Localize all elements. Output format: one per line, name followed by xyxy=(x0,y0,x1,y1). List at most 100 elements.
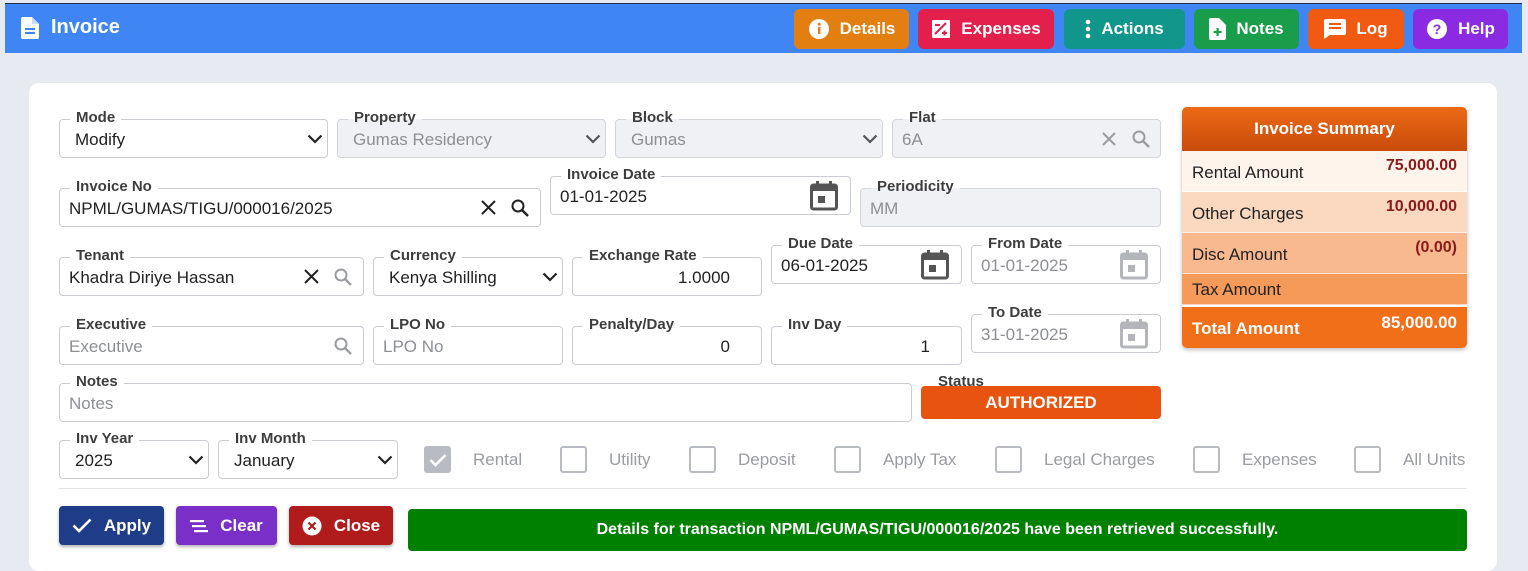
calendar-icon[interactable] xyxy=(810,177,838,214)
tenant-field[interactable]: Tenant Khadra Diriye Hassan xyxy=(59,247,364,296)
utility-checkbox[interactable]: Utility xyxy=(560,446,651,473)
exchange-rate-label: Exchange Rate xyxy=(583,247,703,265)
penalty-day-label: Penalty/Day xyxy=(583,316,681,334)
flat-value: 6A xyxy=(902,130,923,149)
clear-all-icon xyxy=(190,519,209,532)
tenant-value: Khadra Diriye Hassan xyxy=(69,268,235,287)
deposit-checkbox[interactable]: Deposit xyxy=(689,446,796,473)
apply-tax-checkbox[interactable]: Apply Tax xyxy=(834,446,956,473)
mode-select[interactable]: Mode Modify xyxy=(59,109,328,158)
periodicity-field[interactable]: Periodicity MM xyxy=(860,178,1161,227)
details-button[interactable]: Details xyxy=(794,9,909,49)
all-units-checkbox[interactable]: All Units xyxy=(1354,446,1465,473)
block-value: Gumas xyxy=(631,130,686,149)
search-icon[interactable] xyxy=(334,327,352,364)
document-icon xyxy=(21,16,39,39)
periodicity-value: MM xyxy=(870,199,899,218)
checkbox-box xyxy=(1354,446,1381,473)
flat-field[interactable]: Flat 6A xyxy=(892,109,1161,158)
due-date-field[interactable]: Due Date 06-01-2025 xyxy=(771,235,962,284)
from-date-label: From Date xyxy=(982,235,1069,253)
invoice-no-label: Invoice No xyxy=(70,178,158,196)
inv-day-field[interactable]: Inv Day 1 xyxy=(771,316,962,365)
chevron-down-icon xyxy=(862,120,878,157)
clear-icon[interactable] xyxy=(481,189,496,226)
checkbox-box xyxy=(560,446,587,473)
cancel-icon xyxy=(302,516,322,535)
svg-text:?: ? xyxy=(1433,21,1442,37)
search-icon[interactable] xyxy=(1132,120,1150,157)
clear-label: Clear xyxy=(220,515,263,535)
expenses-checkbox-label: Expenses xyxy=(1242,449,1317,469)
log-icon xyxy=(1324,19,1347,39)
clear-icon[interactable] xyxy=(1102,120,1116,157)
penalty-day-value: 0 xyxy=(720,337,730,356)
lpo-no-field[interactable]: LPO No LPO No xyxy=(373,316,563,365)
to-date-field[interactable]: To Date 31-01-2025 xyxy=(971,304,1161,353)
inv-month-label: Inv Month xyxy=(229,430,312,448)
executive-placeholder: Executive xyxy=(69,337,143,356)
calendar-icon[interactable] xyxy=(921,246,949,283)
checkbox-box xyxy=(834,446,861,473)
clear-button[interactable]: Clear xyxy=(176,506,277,545)
expenses-checkbox[interactable]: Expenses xyxy=(1193,446,1317,473)
expenses-button[interactable]: Expenses xyxy=(918,9,1054,49)
flat-label: Flat xyxy=(903,109,942,127)
check-icon xyxy=(72,518,92,533)
notes-label: Notes xyxy=(70,373,124,391)
property-select[interactable]: Property Gumas Residency xyxy=(337,109,606,158)
from-date-field[interactable]: From Date 01-01-2025 xyxy=(971,235,1161,284)
summary-value: 75,000.00 xyxy=(1385,157,1457,174)
invoice-date-value: 01-01-2025 xyxy=(560,187,647,206)
summary-row-tax: Tax Amount xyxy=(1182,274,1467,305)
close-button[interactable]: Close xyxy=(289,506,393,545)
actions-button[interactable]: Actions xyxy=(1064,9,1185,49)
summary-value: (0.00) xyxy=(1415,239,1457,256)
calendar-icon[interactable] xyxy=(1120,246,1148,283)
currency-select[interactable]: Currency Kenya Shilling xyxy=(373,247,563,296)
block-label: Block xyxy=(626,109,679,127)
summary-label: Rental Amount xyxy=(1192,163,1304,182)
apply-button[interactable]: Apply xyxy=(59,506,164,545)
lpo-no-label: LPO No xyxy=(384,316,451,334)
checkmark-icon xyxy=(424,446,451,473)
checkbox-box xyxy=(995,446,1022,473)
search-icon[interactable] xyxy=(334,258,352,295)
search-icon[interactable] xyxy=(511,189,529,226)
invoice-no-field[interactable]: Invoice No NPML/GUMAS/TIGU/000016/2025 xyxy=(59,178,541,227)
rental-checkbox-label: Rental xyxy=(473,449,523,469)
chevron-down-icon xyxy=(585,120,601,157)
summary-value: 10,000.00 xyxy=(1385,198,1457,215)
inv-day-value: 1 xyxy=(920,337,930,356)
apply-tax-checkbox-label: Apply Tax xyxy=(883,449,957,469)
property-value: Gumas Residency xyxy=(353,130,492,149)
block-select[interactable]: Block Gumas xyxy=(615,109,883,158)
penalty-day-field[interactable]: Penalty/Day 0 xyxy=(572,316,762,365)
status-badge: AUTHORIZED xyxy=(921,386,1161,419)
tenant-label: Tenant xyxy=(70,247,131,265)
inv-year-select[interactable]: Inv Year 2025 xyxy=(59,430,209,479)
exchange-rate-field[interactable]: Exchange Rate 1.0000 xyxy=(572,247,762,296)
actions-label: Actions xyxy=(1101,19,1164,38)
executive-field[interactable]: Executive Executive xyxy=(59,316,364,365)
chevron-down-icon xyxy=(542,258,558,295)
currency-label: Currency xyxy=(384,247,462,265)
summary-row-total: Total Amount 85,000.00 xyxy=(1182,305,1467,348)
clear-icon[interactable] xyxy=(304,258,319,295)
notes-field[interactable]: Notes Notes xyxy=(59,373,912,422)
log-button[interactable]: Log xyxy=(1308,9,1404,49)
inv-month-select[interactable]: Inv Month January xyxy=(218,430,398,479)
calendar-icon[interactable] xyxy=(1120,315,1148,352)
legal-charges-checkbox-label: Legal Charges xyxy=(1044,449,1155,469)
close-label: Close xyxy=(333,515,381,535)
summary-label: Tax Amount xyxy=(1192,280,1281,299)
rental-checkbox[interactable]: Rental xyxy=(424,446,522,473)
invoice-date-field[interactable]: Invoice Date 01-01-2025 xyxy=(550,166,851,215)
summary-label: Disc Amount xyxy=(1192,245,1288,264)
inv-year-value: 2025 xyxy=(75,451,113,470)
legal-charges-checkbox[interactable]: Legal Charges xyxy=(995,446,1155,473)
more-vertical-icon xyxy=(1086,19,1091,39)
top-bar: Invoice Details Expenses Actions Notes L… xyxy=(5,3,1522,53)
notes-button[interactable]: Notes xyxy=(1194,9,1299,49)
help-button[interactable]: ? Help xyxy=(1413,9,1508,49)
